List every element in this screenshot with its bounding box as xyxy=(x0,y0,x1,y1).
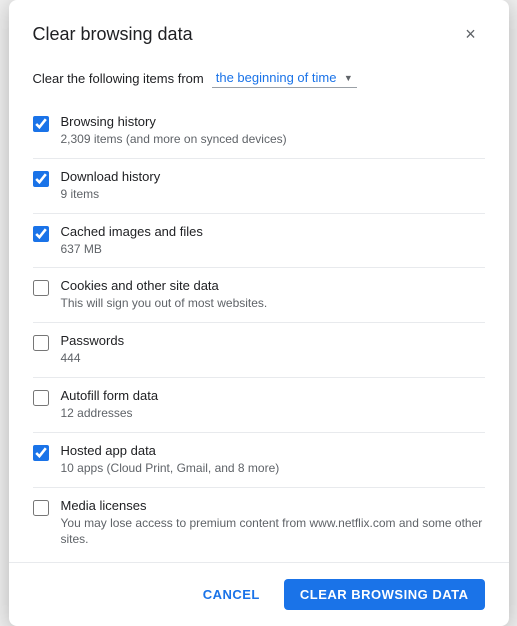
checkbox-item-autofill[interactable]: Autofill form data 12 addresses xyxy=(33,378,485,433)
item-text-autofill: Autofill form data 12 addresses xyxy=(61,388,159,422)
time-select-wrapper[interactable]: the beginning of time the past hour the … xyxy=(212,68,357,88)
item-desc-cookies: This will sign you out of most websites. xyxy=(61,295,268,312)
item-text-media-licenses: Media licenses You may lose access to pre… xyxy=(61,498,485,549)
dialog-title: Clear browsing data xyxy=(33,24,193,45)
item-desc-media-licenses: You may lose access to premium content f… xyxy=(61,515,485,549)
checkbox-cookies[interactable] xyxy=(33,280,49,296)
item-label-hosted-app-data: Hosted app data xyxy=(61,443,280,458)
cancel-button[interactable]: CANCEL xyxy=(187,579,276,610)
item-desc-hosted-app-data: 10 apps (Cloud Print, Gmail, and 8 more) xyxy=(61,460,280,477)
item-label-cached-images: Cached images and files xyxy=(61,224,203,239)
checkbox-wrapper-cookies xyxy=(33,280,49,301)
item-label-autofill: Autofill form data xyxy=(61,388,159,403)
checkbox-list: Browsing history 2,309 items (and more on… xyxy=(33,104,485,558)
clear-browsing-data-button[interactable]: CLEAR BROWSING DATA xyxy=(284,579,485,610)
close-button[interactable]: × xyxy=(457,20,485,48)
item-desc-cached-images: 637 MB xyxy=(61,241,203,258)
checkbox-wrapper-browsing-history xyxy=(33,116,49,137)
checkbox-download-history[interactable] xyxy=(33,171,49,187)
item-desc-browsing-history: 2,309 items (and more on synced devices) xyxy=(61,131,287,148)
item-text-hosted-app-data: Hosted app data 10 apps (Cloud Print, Gma… xyxy=(61,443,280,477)
item-label-media-licenses: Media licenses xyxy=(61,498,485,513)
checkbox-wrapper-cached-images xyxy=(33,226,49,247)
item-text-download-history: Download history 9 items xyxy=(61,169,161,203)
time-row: Clear the following items from the begin… xyxy=(33,68,485,88)
checkbox-item-cookies[interactable]: Cookies and other site data This will sig… xyxy=(33,268,485,323)
checkbox-wrapper-autofill xyxy=(33,390,49,411)
item-label-download-history: Download history xyxy=(61,169,161,184)
checkbox-browsing-history[interactable] xyxy=(33,116,49,132)
checkbox-media-licenses[interactable] xyxy=(33,500,49,516)
dialog-body: Clear the following items from the begin… xyxy=(9,60,509,558)
item-text-cached-images: Cached images and files 637 MB xyxy=(61,224,203,258)
item-label-cookies: Cookies and other site data xyxy=(61,278,268,293)
checkbox-passwords[interactable] xyxy=(33,335,49,351)
checkbox-item-download-history[interactable]: Download history 9 items xyxy=(33,159,485,214)
dialog-footer: CANCEL CLEAR BROWSING DATA xyxy=(9,562,509,626)
item-desc-autofill: 12 addresses xyxy=(61,405,159,422)
dialog-header: Clear browsing data × xyxy=(9,0,509,60)
item-text-cookies: Cookies and other site data This will sig… xyxy=(61,278,268,312)
clear-browsing-data-dialog: Clear browsing data × Clear the followin… xyxy=(9,0,509,626)
checkbox-wrapper-passwords xyxy=(33,335,49,356)
checkbox-wrapper-download-history xyxy=(33,171,49,192)
item-desc-passwords: 444 xyxy=(61,350,125,367)
checkbox-item-media-licenses[interactable]: Media licenses You may lose access to pre… xyxy=(33,488,485,559)
checkbox-autofill[interactable] xyxy=(33,390,49,406)
item-desc-download-history: 9 items xyxy=(61,186,161,203)
checkbox-item-passwords[interactable]: Passwords 444 xyxy=(33,323,485,378)
checkbox-item-hosted-app-data[interactable]: Hosted app data 10 apps (Cloud Print, Gma… xyxy=(33,433,485,488)
item-label-passwords: Passwords xyxy=(61,333,125,348)
item-label-browsing-history: Browsing history xyxy=(61,114,287,129)
checkbox-wrapper-media-licenses xyxy=(33,500,49,521)
time-row-label: Clear the following items from xyxy=(33,71,204,86)
checkbox-hosted-app-data[interactable] xyxy=(33,445,49,461)
checkbox-item-browsing-history[interactable]: Browsing history 2,309 items (and more on… xyxy=(33,104,485,159)
checkbox-wrapper-hosted-app-data xyxy=(33,445,49,466)
item-text-browsing-history: Browsing history 2,309 items (and more on… xyxy=(61,114,287,148)
time-select[interactable]: the beginning of time the past hour the … xyxy=(212,68,357,88)
checkbox-item-cached-images[interactable]: Cached images and files 637 MB xyxy=(33,214,485,269)
checkbox-cached-images[interactable] xyxy=(33,226,49,242)
item-text-passwords: Passwords 444 xyxy=(61,333,125,367)
